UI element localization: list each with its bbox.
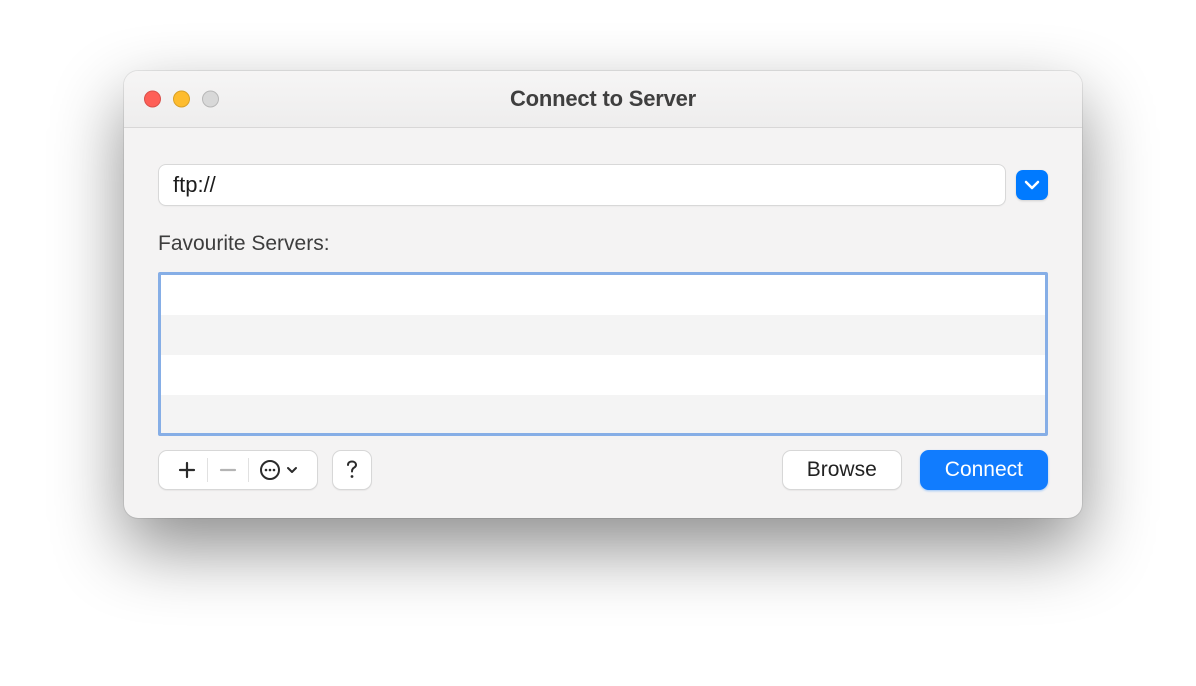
favourite-servers-label: Favourite Servers: [158,232,1048,256]
chevron-down-icon [1024,180,1040,190]
list-row [161,395,1045,435]
close-window-button[interactable] [144,91,161,108]
zoom-window-button[interactable] [202,91,219,108]
connect-to-server-window: Connect to Server Favourite Servers: [124,71,1082,518]
ellipsis-circle-icon [259,459,281,481]
titlebar: Connect to Server [124,71,1082,128]
plus-icon [177,460,197,480]
list-row [161,275,1045,315]
chevron-down-icon [285,463,299,477]
list-row [161,355,1045,395]
connect-button[interactable]: Connect [920,450,1048,490]
minimize-window-button[interactable] [173,91,190,108]
list-actions-group [158,450,318,490]
connect-button-label: Connect [945,458,1023,482]
bottom-toolbar: Browse Connect [158,450,1048,490]
add-favourite-button[interactable] [167,451,207,489]
address-row [158,164,1048,206]
list-row [161,315,1045,355]
options-menu-button[interactable] [249,451,309,489]
help-button[interactable] [332,450,372,490]
window-title: Connect to Server [124,86,1082,112]
question-icon [345,460,359,480]
minus-icon [218,460,238,480]
remove-favourite-button[interactable] [208,451,248,489]
favourite-servers-list[interactable] [158,272,1048,436]
browse-button[interactable]: Browse [782,450,902,490]
window-body: Favourite Servers: [124,128,1082,518]
browse-button-label: Browse [807,458,877,482]
server-address-input[interactable] [158,164,1006,206]
traffic-lights [144,91,219,108]
recent-servers-dropdown[interactable] [1016,170,1048,200]
